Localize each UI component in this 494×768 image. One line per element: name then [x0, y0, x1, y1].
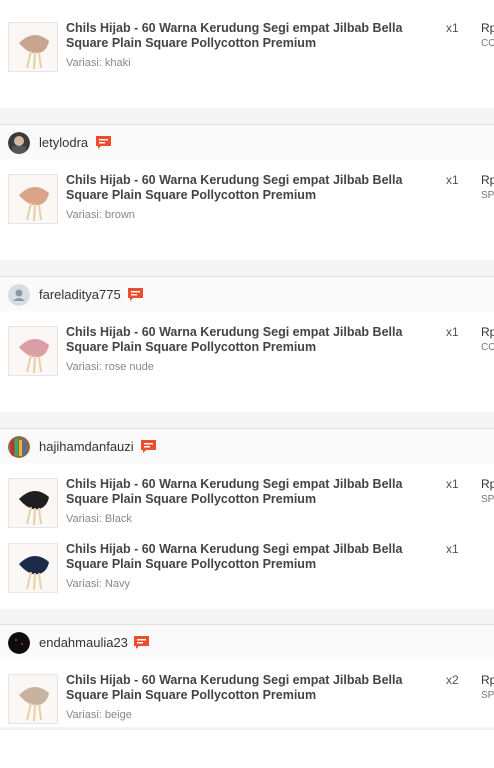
product-name[interactable]: Chils Hijab - 60 Warna Kerudung Segi emp…	[66, 173, 442, 203]
user-avatar-icon	[8, 632, 30, 654]
product-price: Rp	[481, 173, 494, 187]
product-image-icon	[9, 175, 57, 223]
product-quantity: x1	[446, 542, 459, 556]
product-image-icon	[9, 544, 57, 592]
avatar[interactable]	[8, 132, 30, 154]
price-tag: CO	[481, 38, 494, 49]
default-avatar-icon	[8, 284, 30, 306]
price-tag: SP	[481, 494, 494, 505]
chat-icon[interactable]	[141, 440, 156, 453]
chat-icon[interactable]	[96, 136, 111, 149]
order-item[interactable]: Chils Hijab - 60 Warna Kerudung Segi emp…	[0, 673, 494, 734]
product-variant: Variasi: khaki	[66, 57, 131, 69]
price-tag: SP	[481, 190, 494, 201]
order-item[interactable]: Chils Hijab - 60 Warna Kerudung Segi emp…	[0, 542, 494, 603]
product-variant: Variasi: beige	[66, 709, 132, 721]
product-thumbnail[interactable]	[8, 22, 58, 72]
chat-icon[interactable]	[134, 636, 149, 649]
avatar[interactable]	[8, 632, 30, 654]
order-item[interactable]: Chils Hijab - 60 Warna Kerudung Segi emp…	[0, 325, 494, 386]
product-thumbnail[interactable]	[8, 674, 58, 724]
order-item[interactable]: Chils Hijab - 60 Warna Kerudung Segi emp…	[0, 477, 494, 538]
product-variant: Variasi: brown	[66, 209, 135, 221]
product-image-icon	[9, 675, 57, 723]
user-avatar-icon	[8, 132, 30, 154]
product-quantity: x2	[446, 673, 459, 687]
product-price: Rp	[481, 477, 494, 491]
order-card: Chils Hijab - 60 Warna Kerudung Segi emp…	[0, 659, 494, 727]
user-avatar-icon	[8, 436, 30, 458]
product-thumbnail[interactable]	[8, 543, 58, 593]
order-card: Chils Hijab - 60 Warna Kerudung Segi emp…	[0, 159, 494, 260]
product-thumbnail[interactable]	[8, 326, 58, 376]
product-quantity: x1	[446, 21, 459, 35]
product-name[interactable]: Chils Hijab - 60 Warna Kerudung Segi emp…	[66, 21, 442, 51]
product-name[interactable]: Chils Hijab - 60 Warna Kerudung Segi emp…	[66, 477, 442, 507]
order-header: letylodra	[0, 124, 494, 160]
product-price: Rp	[481, 21, 494, 35]
order-header: hajihamdanfauzi	[0, 428, 494, 464]
username[interactable]: letylodra	[39, 135, 88, 150]
price-tag: CO	[481, 342, 494, 353]
avatar[interactable]	[8, 436, 30, 458]
product-variant: Variasi: Navy	[66, 578, 130, 590]
product-quantity: x1	[446, 477, 459, 491]
price-tag: SP	[481, 690, 494, 701]
product-variant: Variasi: Black	[66, 513, 132, 525]
product-image-icon	[9, 23, 57, 71]
product-price: Rp	[481, 673, 494, 687]
order-card: Chils Hijab - 60 Warna Kerudung Segi emp…	[0, 311, 494, 412]
product-name[interactable]: Chils Hijab - 60 Warna Kerudung Segi emp…	[66, 542, 442, 572]
footer-area	[0, 729, 494, 768]
order-card: Chils Hijab - 60 Warna Kerudung Segi emp…	[0, 463, 494, 609]
order-item[interactable]: Chils Hijab - 60 Warna Kerudung Segi emp…	[0, 21, 494, 82]
username[interactable]: hajihamdanfauzi	[39, 439, 134, 454]
product-image-icon	[9, 479, 57, 527]
product-quantity: x1	[446, 173, 459, 187]
product-name[interactable]: Chils Hijab - 60 Warna Kerudung Segi emp…	[66, 325, 442, 355]
product-price: Rp	[481, 325, 494, 339]
order-item[interactable]: Chils Hijab - 60 Warna Kerudung Segi emp…	[0, 173, 494, 234]
chat-icon[interactable]	[128, 288, 143, 301]
product-variant: Variasi: rose nude	[66, 361, 154, 373]
product-image-icon	[9, 327, 57, 375]
order-header: endahmaulia23	[0, 624, 494, 660]
avatar[interactable]	[8, 284, 30, 306]
product-quantity: x1	[446, 325, 459, 339]
username[interactable]: endahmaulia23	[39, 635, 128, 650]
username[interactable]: fareladitya775	[39, 287, 121, 302]
product-thumbnail[interactable]	[8, 174, 58, 224]
product-name[interactable]: Chils Hijab - 60 Warna Kerudung Segi emp…	[66, 673, 442, 703]
order-header: fareladitya775	[0, 276, 494, 312]
order-card: Chils Hijab - 60 Warna Kerudung Segi emp…	[0, 0, 494, 108]
product-thumbnail[interactable]	[8, 478, 58, 528]
